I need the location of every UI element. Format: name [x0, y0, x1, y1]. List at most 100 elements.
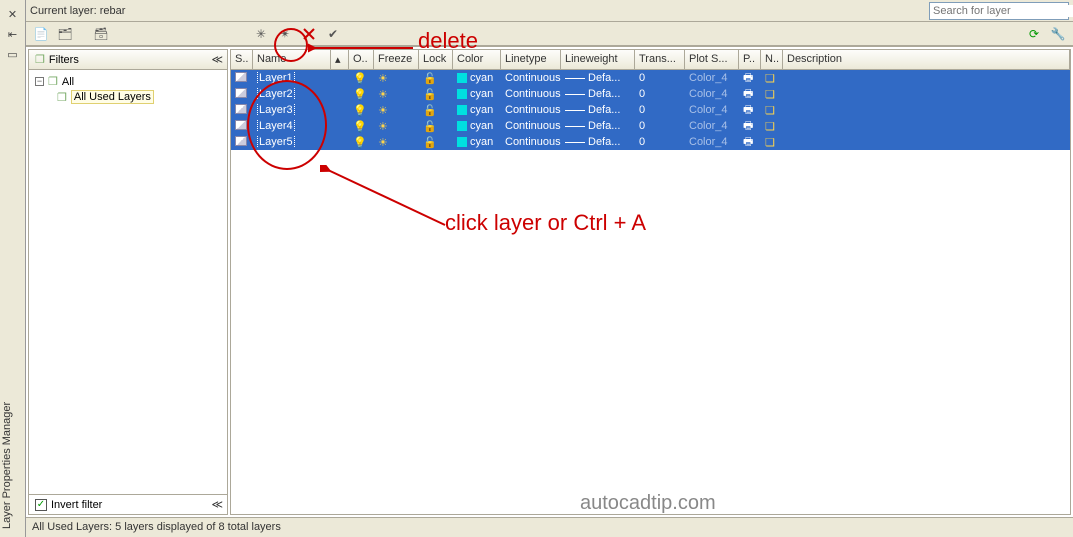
grid-header[interactable]: S.. Name ▴ O.. Freeze Lock Color Linetyp…	[231, 50, 1070, 70]
table-row[interactable]: Layer3💡☀🔓cyanContinuousDefa...0Color_4🖶❏	[231, 102, 1070, 118]
col-lock[interactable]: Lock	[419, 50, 453, 69]
plotstyle-cell: Color_4	[685, 88, 739, 100]
bulb-icon[interactable]: 💡	[353, 105, 367, 117]
filter-all[interactable]: − ❐ All	[35, 74, 221, 89]
newvp-icon[interactable]: ❏	[761, 104, 783, 117]
col-freeze[interactable]: Freeze	[374, 50, 419, 69]
search-input-wrap[interactable]: 🔍	[929, 2, 1069, 20]
collapse-icon[interactable]: ≪	[211, 498, 221, 511]
filter-all-used[interactable]: ❐ All Used Layers	[35, 89, 221, 105]
layer-name[interactable]: Layer5	[257, 136, 295, 148]
status-icon	[235, 136, 247, 146]
sun-icon[interactable]: ☀	[378, 73, 388, 85]
lock-icon[interactable]: 🔓	[423, 105, 437, 117]
trans-cell[interactable]: 0	[635, 136, 685, 148]
color-name: cyan	[470, 72, 493, 84]
lineweight-cell[interactable]: Defa...	[561, 120, 635, 132]
color-swatch[interactable]	[457, 105, 467, 115]
invert-filter-row[interactable]: ✓ Invert filter ≪	[29, 494, 227, 514]
toolbar: 📄 🗂 🗃 ✳ ✴ ✔ ⟳ 🔧	[26, 22, 1073, 46]
refresh-icon[interactable]: ⟳	[1025, 25, 1043, 43]
layer-name[interactable]: Layer3	[257, 104, 295, 116]
palette-side-strip[interactable]: ✕ ⇤ ▭ Layer Properties Manager	[0, 0, 26, 537]
sun-icon[interactable]: ☀	[378, 105, 388, 117]
layers-icon: ❐	[48, 75, 58, 88]
search-input[interactable]	[933, 5, 1073, 17]
lock-icon[interactable]: 🔓	[423, 121, 437, 133]
collapse-icon[interactable]: ≪	[211, 53, 221, 66]
color-swatch[interactable]	[457, 121, 467, 131]
invert-filter-label: Invert filter	[51, 499, 102, 511]
table-row[interactable]: Layer2💡☀🔓cyanContinuousDefa...0Color_4🖶❏	[231, 86, 1070, 102]
lineweight-cell[interactable]: Defa...	[561, 104, 635, 116]
trans-cell[interactable]: 0	[635, 104, 685, 116]
new-group-filter-icon[interactable]: 🗂	[56, 25, 74, 43]
layer-name[interactable]: Layer1	[257, 72, 295, 84]
linetype-cell[interactable]: Continuous	[501, 104, 561, 116]
filters-header[interactable]: ❐ Filters ≪	[29, 50, 227, 70]
filter-all-used-label: All Used Layers	[71, 90, 154, 104]
bulb-icon[interactable]: 💡	[353, 73, 367, 85]
newvp-icon[interactable]: ❏	[761, 136, 783, 149]
col-trans[interactable]: Trans...	[635, 50, 685, 69]
settings-icon[interactable]: 🔧	[1049, 25, 1067, 43]
close-icon[interactable]: ✕	[6, 7, 20, 21]
lock-icon[interactable]: 🔓	[423, 137, 437, 149]
newvp-icon[interactable]: ❏	[761, 72, 783, 85]
bulb-icon[interactable]: 💡	[353, 89, 367, 101]
sun-icon[interactable]: ☀	[378, 89, 388, 101]
bulb-icon[interactable]: 💡	[353, 137, 367, 149]
new-layer-vp-icon[interactable]: ✴	[276, 25, 294, 43]
delete-layer-icon[interactable]	[300, 25, 318, 43]
lineweight-cell[interactable]: Defa...	[561, 88, 635, 100]
trans-cell[interactable]: 0	[635, 120, 685, 132]
sun-icon[interactable]: ☀	[378, 137, 388, 149]
filters-tree: − ❐ All ❐ All Used Layers	[29, 70, 227, 494]
table-row[interactable]: Layer4💡☀🔓cyanContinuousDefa...0Color_4🖶❏	[231, 118, 1070, 134]
col-status[interactable]: S..	[231, 50, 253, 69]
newvp-icon[interactable]: ❏	[761, 120, 783, 133]
tree-collapse-icon[interactable]: −	[35, 77, 44, 86]
col-color[interactable]: Color	[453, 50, 501, 69]
autohide-icon[interactable]: ⇤	[6, 27, 20, 41]
layer-name[interactable]: Layer4	[257, 120, 295, 132]
plot-icon[interactable]: 🖶	[739, 133, 761, 152]
bulb-icon[interactable]: 💡	[353, 121, 367, 133]
properties-icon[interactable]: ▭	[6, 47, 20, 61]
trans-cell[interactable]: 0	[635, 88, 685, 100]
table-row[interactable]: Layer5💡☀🔓cyanContinuousDefa...0Color_4🖶❏	[231, 134, 1070, 150]
col-linetype[interactable]: Linetype	[501, 50, 561, 69]
color-swatch[interactable]	[457, 89, 467, 99]
new-filter-icon[interactable]: 📄	[32, 25, 50, 43]
col-p[interactable]: P..	[739, 50, 761, 69]
linetype-cell[interactable]: Continuous	[501, 72, 561, 84]
col-name[interactable]: Name	[253, 50, 331, 69]
status-bar: All Used Layers: 5 layers displayed of 8…	[26, 517, 1073, 537]
set-current-icon[interactable]: ✔	[324, 25, 342, 43]
linetype-cell[interactable]: Continuous	[501, 88, 561, 100]
col-on[interactable]: O..	[349, 50, 374, 69]
table-row[interactable]: Layer1💡☀🔓cyanContinuousDefa...0Color_4🖶❏	[231, 70, 1070, 86]
col-n[interactable]: N..	[761, 50, 783, 69]
layer-name[interactable]: Layer2	[257, 88, 295, 100]
lock-icon[interactable]: 🔓	[423, 73, 437, 85]
grid-body[interactable]: Layer1💡☀🔓cyanContinuousDefa...0Color_4🖶❏…	[231, 70, 1070, 514]
layer-states-icon[interactable]: 🗃	[92, 25, 110, 43]
filter-all-label: All	[62, 76, 74, 88]
lock-icon[interactable]: 🔓	[423, 89, 437, 101]
linetype-cell[interactable]: Continuous	[501, 136, 561, 148]
sort-asc-icon[interactable]: ▴	[331, 50, 349, 69]
color-swatch[interactable]	[457, 73, 467, 83]
lineweight-cell[interactable]: Defa...	[561, 72, 635, 84]
col-lineweight[interactable]: Lineweight	[561, 50, 635, 69]
invert-filter-checkbox[interactable]: ✓	[35, 499, 47, 511]
newvp-icon[interactable]: ❏	[761, 88, 783, 101]
new-layer-icon[interactable]: ✳	[252, 25, 270, 43]
trans-cell[interactable]: 0	[635, 72, 685, 84]
sun-icon[interactable]: ☀	[378, 121, 388, 133]
linetype-cell[interactable]: Continuous	[501, 120, 561, 132]
col-desc[interactable]: Description	[783, 50, 1070, 69]
col-plotstyle[interactable]: Plot S...	[685, 50, 739, 69]
lineweight-cell[interactable]: Defa...	[561, 136, 635, 148]
color-swatch[interactable]	[457, 137, 467, 147]
